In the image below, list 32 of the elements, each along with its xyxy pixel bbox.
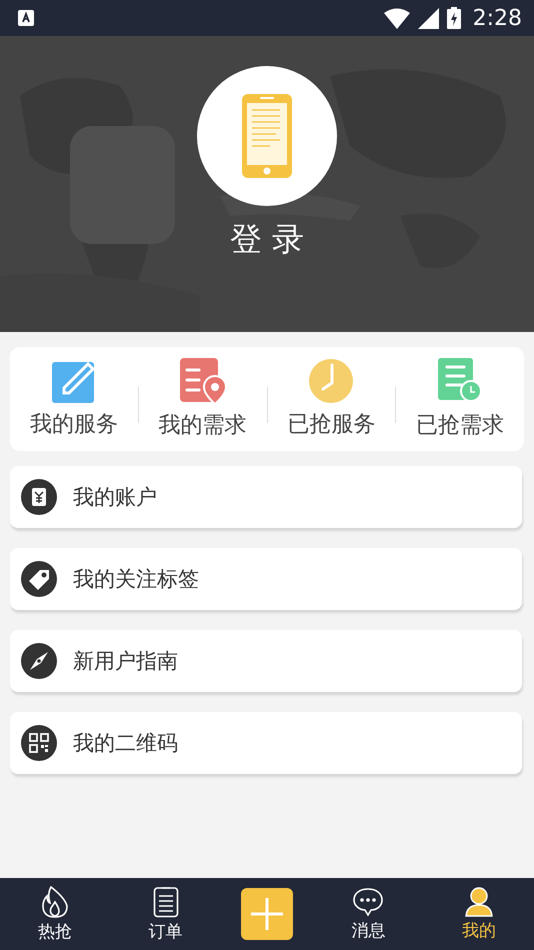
edit-icon bbox=[52, 359, 96, 403]
keyboard-icon bbox=[18, 10, 34, 26]
flame-icon bbox=[41, 886, 70, 918]
quick-action[interactable]: 已抢需求 bbox=[396, 358, 524, 440]
menu-item[interactable]: 我的关注标签 bbox=[10, 548, 522, 610]
nav-tab[interactable]: 订单 bbox=[130, 886, 201, 942]
login-button[interactable]: 登 录 bbox=[230, 218, 304, 262]
quick-action[interactable]: 我的需求 bbox=[138, 358, 266, 440]
wallet-icon bbox=[21, 479, 57, 515]
chat-icon bbox=[352, 886, 384, 916]
menu-item[interactable]: 新用户指南 bbox=[10, 630, 522, 692]
wifi-icon bbox=[384, 8, 410, 28]
clock-time: 2:28 bbox=[472, 6, 522, 30]
quick-action[interactable]: 我的服务 bbox=[10, 359, 138, 439]
qr-code-icon bbox=[21, 725, 57, 761]
notepad-icon bbox=[152, 886, 179, 918]
quick-action[interactable]: 已抢服务 bbox=[268, 359, 396, 439]
menu-item[interactable]: 我的二维码 bbox=[10, 712, 522, 774]
user-icon bbox=[464, 886, 493, 916]
tag-icon bbox=[21, 561, 57, 597]
phone-icon bbox=[240, 92, 294, 180]
signal-icon bbox=[418, 8, 439, 28]
nav-tab[interactable]: 热抢 bbox=[20, 886, 90, 942]
nav-tab[interactable]: 消息 bbox=[333, 886, 404, 942]
clock-icon bbox=[309, 359, 354, 403]
add-button[interactable] bbox=[240, 888, 293, 940]
document-pin-icon bbox=[180, 358, 226, 404]
battery-icon bbox=[446, 7, 461, 29]
plus-icon bbox=[250, 897, 284, 931]
menu-item[interactable]: 我的账户 bbox=[10, 466, 522, 528]
nav-tab[interactable]: 我的 bbox=[444, 886, 514, 942]
compass-icon bbox=[21, 643, 57, 679]
